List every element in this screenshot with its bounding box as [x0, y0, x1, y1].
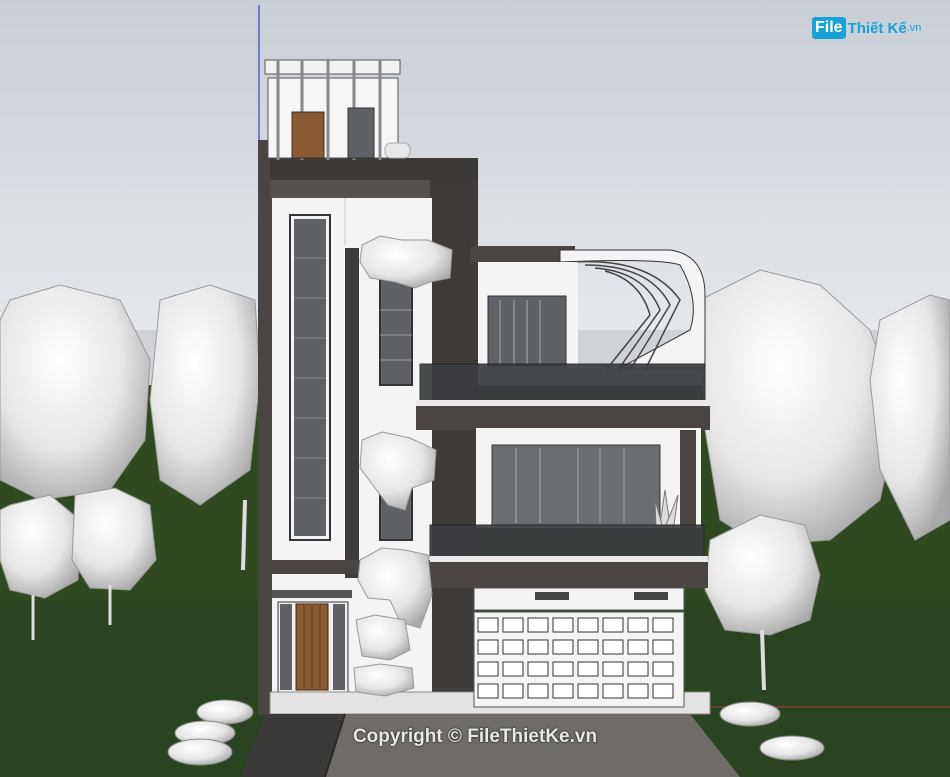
- copyright-watermark: Copyright © FileThietKe.vn: [352, 726, 598, 747]
- house-render: [0, 0, 950, 777]
- logo-text: Thiết Kế: [847, 19, 907, 37]
- logo-suffix: .vn: [906, 22, 922, 34]
- filethietke-logo: File Thiết Kế .vn: [812, 14, 922, 42]
- sketchup-viewport[interactable]: File Thiết Kế .vn Copyright © FileThietK…: [0, 0, 950, 777]
- logo-badge: File: [812, 17, 846, 39]
